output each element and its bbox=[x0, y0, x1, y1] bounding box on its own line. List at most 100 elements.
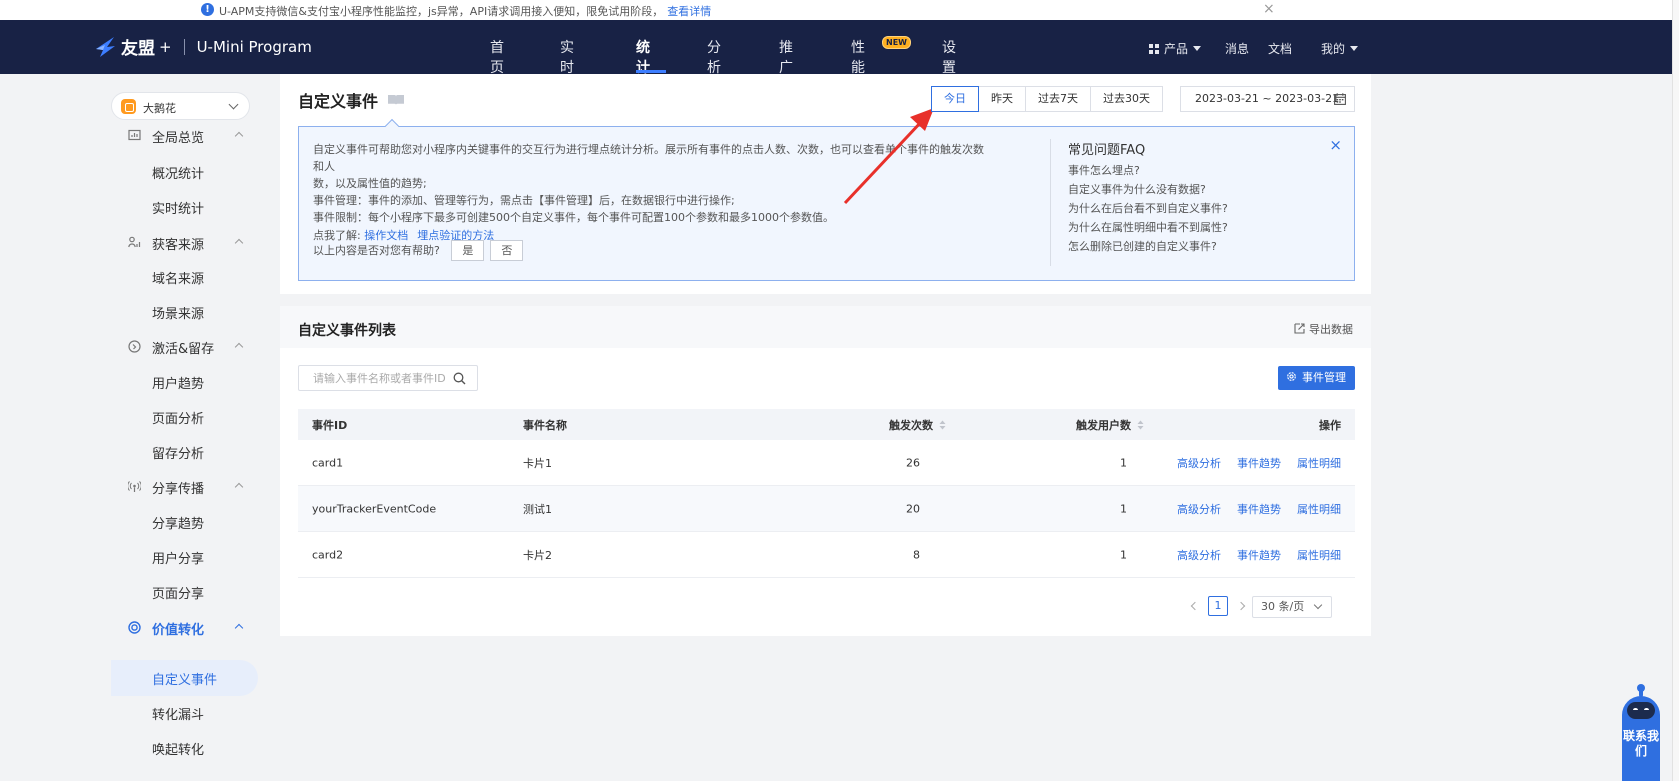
scrollbar[interactable] bbox=[1672, 0, 1679, 781]
page-number[interactable]: 1 bbox=[1208, 596, 1228, 616]
sidebar-item-user-share[interactable]: 用户分享 bbox=[152, 548, 204, 567]
advanced-analysis-link[interactable]: 高级分析 bbox=[1177, 457, 1221, 470]
sidebar-section-label: 激活&留存 bbox=[152, 342, 215, 357]
products-menu[interactable]: 产品 bbox=[1149, 40, 1202, 57]
notice-detail-link[interactable]: 查看详情 bbox=[667, 5, 711, 18]
sidebar-section-acquisition[interactable]: 获客来源 bbox=[128, 233, 248, 253]
mine-menu[interactable]: 我的 bbox=[1321, 40, 1359, 57]
help-description: 自定义事件可帮助您对小程序内关键事件的交互行为进行埋点统计分析。展示所有事件的点… bbox=[313, 141, 993, 244]
event-list-title: 自定义事件列表 bbox=[298, 323, 396, 339]
book-icon[interactable] bbox=[387, 94, 405, 106]
sidebar-section-overview[interactable]: 全局总览 bbox=[128, 126, 248, 146]
broadcast-icon bbox=[128, 481, 141, 492]
sidebar-item-evoke-conversion[interactable]: 唤起转化 bbox=[152, 739, 204, 758]
sidebar-item-page-analysis[interactable]: 页面分析 bbox=[152, 408, 204, 427]
faq-item[interactable]: 为什么在属性明细中看不到属性? bbox=[1068, 218, 1228, 237]
nav-home[interactable]: 首页 bbox=[490, 37, 504, 77]
faq-item[interactable]: 为什么在后台看不到自定义事件? bbox=[1068, 199, 1228, 218]
faq-item[interactable]: 事件怎么埋点? bbox=[1068, 161, 1228, 180]
contact-us-widget[interactable]: 联系我们 bbox=[1622, 684, 1660, 781]
next-page-icon[interactable] bbox=[1236, 601, 1246, 611]
sidebar-item-conversion-funnel[interactable]: 转化漏斗 bbox=[152, 704, 204, 723]
event-id: card1 bbox=[312, 456, 344, 469]
table-header: 事件ID 事件名称 触发次数 触发用户数 操作 bbox=[298, 409, 1355, 440]
event-name: 卡片2 bbox=[523, 548, 552, 562]
event-list-card: 自定义事件列表 导出数据 事件管理 事件ID 事件名称 触发次数 触发用户数 操… bbox=[280, 306, 1371, 636]
sidebar-section-sharing[interactable]: 分享传播 bbox=[128, 477, 248, 497]
event-table: 事件ID 事件名称 触发次数 触发用户数 操作 card1 卡片1 26 1 高… bbox=[298, 409, 1355, 578]
dashboard-icon bbox=[128, 129, 141, 141]
help-line: 数，以及属性值的趋势; bbox=[313, 177, 427, 190]
helpful-no-button[interactable]: 否 bbox=[490, 240, 524, 261]
logo[interactable]: 友盟 + U-Mini Program bbox=[94, 34, 312, 59]
docs-link[interactable]: 文档 bbox=[1268, 40, 1292, 57]
sidebar-item-overview-stats[interactable]: 概况统计 bbox=[152, 163, 204, 182]
date-range-value: 2023-03-21 ~ 2023-03-21 bbox=[1195, 92, 1340, 105]
date-7days-button[interactable]: 过去7天 bbox=[1025, 86, 1091, 112]
grid-icon bbox=[1149, 44, 1159, 54]
event-trend-link[interactable]: 事件趋势 bbox=[1237, 457, 1281, 470]
sidebar-section-retention[interactable]: 激活&留存 bbox=[128, 337, 248, 357]
event-search bbox=[298, 365, 478, 391]
col-trigger-users[interactable]: 触发用户数 bbox=[1076, 417, 1144, 433]
chevron-down-icon bbox=[1313, 600, 1323, 610]
sidebar-item-share-trend[interactable]: 分享趋势 bbox=[152, 513, 204, 532]
notice-close-icon[interactable]: × bbox=[1263, 1, 1275, 17]
nav-promotion[interactable]: 推广 bbox=[779, 37, 793, 77]
advanced-analysis-link[interactable]: 高级分析 bbox=[1177, 549, 1221, 562]
nav-realtime[interactable]: 实时 bbox=[560, 37, 574, 77]
date-30days-button[interactable]: 过去30天 bbox=[1090, 86, 1163, 112]
help-close-icon[interactable]: × bbox=[1329, 136, 1342, 154]
sidebar-item-retention-analysis[interactable]: 留存分析 bbox=[152, 443, 204, 462]
sidebar-item-user-trend[interactable]: 用户趋势 bbox=[152, 373, 204, 392]
messages-link[interactable]: 消息 bbox=[1225, 40, 1249, 57]
umeng-bird-icon bbox=[96, 36, 115, 57]
attribute-detail-link[interactable]: 属性明细 bbox=[1297, 503, 1341, 516]
col-trigger-count[interactable]: 触发次数 bbox=[889, 417, 946, 433]
sidebar-item-domain-source[interactable]: 域名来源 bbox=[152, 268, 204, 287]
search-icon[interactable] bbox=[453, 372, 466, 385]
row-actions: 高级分析 事件趋势 属性明细 bbox=[1161, 501, 1341, 517]
faq-item[interactable]: 自定义事件为什么没有数据? bbox=[1068, 180, 1228, 199]
helpful-yes-button[interactable]: 是 bbox=[451, 240, 485, 261]
date-today-button[interactable]: 今日 bbox=[931, 86, 979, 112]
date-yesterday-button[interactable]: 昨天 bbox=[978, 86, 1026, 112]
page-size-select[interactable]: 30 条/页 bbox=[1252, 596, 1332, 618]
attribute-detail-link[interactable]: 属性明细 bbox=[1297, 549, 1341, 562]
sidebar-item-page-share[interactable]: 页面分享 bbox=[152, 583, 204, 602]
app-selector[interactable]: 大鹅花 bbox=[111, 92, 250, 120]
robot-eye bbox=[1644, 708, 1649, 712]
nav-analysis[interactable]: 分析 bbox=[707, 37, 721, 77]
chevron-down-icon bbox=[228, 99, 239, 110]
attribute-detail-link[interactable]: 属性明细 bbox=[1297, 457, 1341, 470]
sidebar-item-realtime-stats[interactable]: 实时统计 bbox=[152, 198, 204, 217]
page-size-value: 30 条/页 bbox=[1261, 600, 1305, 613]
sidebar-item-scene-source[interactable]: 场景来源 bbox=[152, 303, 204, 322]
export-data-button[interactable]: 导出数据 bbox=[1294, 321, 1353, 337]
event-manage-button[interactable]: 事件管理 bbox=[1278, 366, 1355, 390]
sidebar-item-custom-events[interactable]: 自定义事件 bbox=[152, 669, 217, 688]
faq-list: 常见问题FAQ 事件怎么埋点? 自定义事件为什么没有数据? 为什么在后台看不到自… bbox=[1068, 141, 1228, 256]
trigger-users: 1 bbox=[1120, 548, 1127, 561]
col-trigger-count-label: 触发次数 bbox=[889, 418, 933, 432]
sidebar-section-conversion[interactable]: 价值转化 bbox=[128, 618, 248, 638]
col-actions: 操作 bbox=[1319, 418, 1341, 432]
date-range-picker[interactable]: 2023-03-21 ~ 2023-03-21 bbox=[1180, 86, 1355, 112]
sort-icon bbox=[1137, 420, 1144, 429]
nav-performance[interactable]: 性能 bbox=[851, 37, 865, 77]
trigger-count: 20 bbox=[906, 502, 920, 515]
event-search-input[interactable] bbox=[299, 366, 449, 390]
trigger-count: 8 bbox=[913, 548, 920, 561]
help-panel: 自定义事件可帮助您对小程序内关键事件的交互行为进行埋点统计分析。展示所有事件的点… bbox=[298, 118, 1355, 281]
event-trend-link[interactable]: 事件趋势 bbox=[1237, 503, 1281, 516]
event-id: card2 bbox=[312, 548, 344, 561]
prev-page-icon[interactable] bbox=[1190, 601, 1200, 611]
event-trend-link[interactable]: 事件趋势 bbox=[1237, 549, 1281, 562]
chevron-up-icon bbox=[234, 238, 244, 248]
caret-down-icon bbox=[1350, 46, 1359, 51]
nav-settings[interactable]: 设置 bbox=[942, 37, 956, 77]
faq-item[interactable]: 怎么删除已创建的自定义事件? bbox=[1068, 237, 1228, 256]
new-badge: NEW bbox=[882, 36, 911, 49]
products-label: 产品 bbox=[1164, 42, 1189, 56]
advanced-analysis-link[interactable]: 高级分析 bbox=[1177, 503, 1221, 516]
